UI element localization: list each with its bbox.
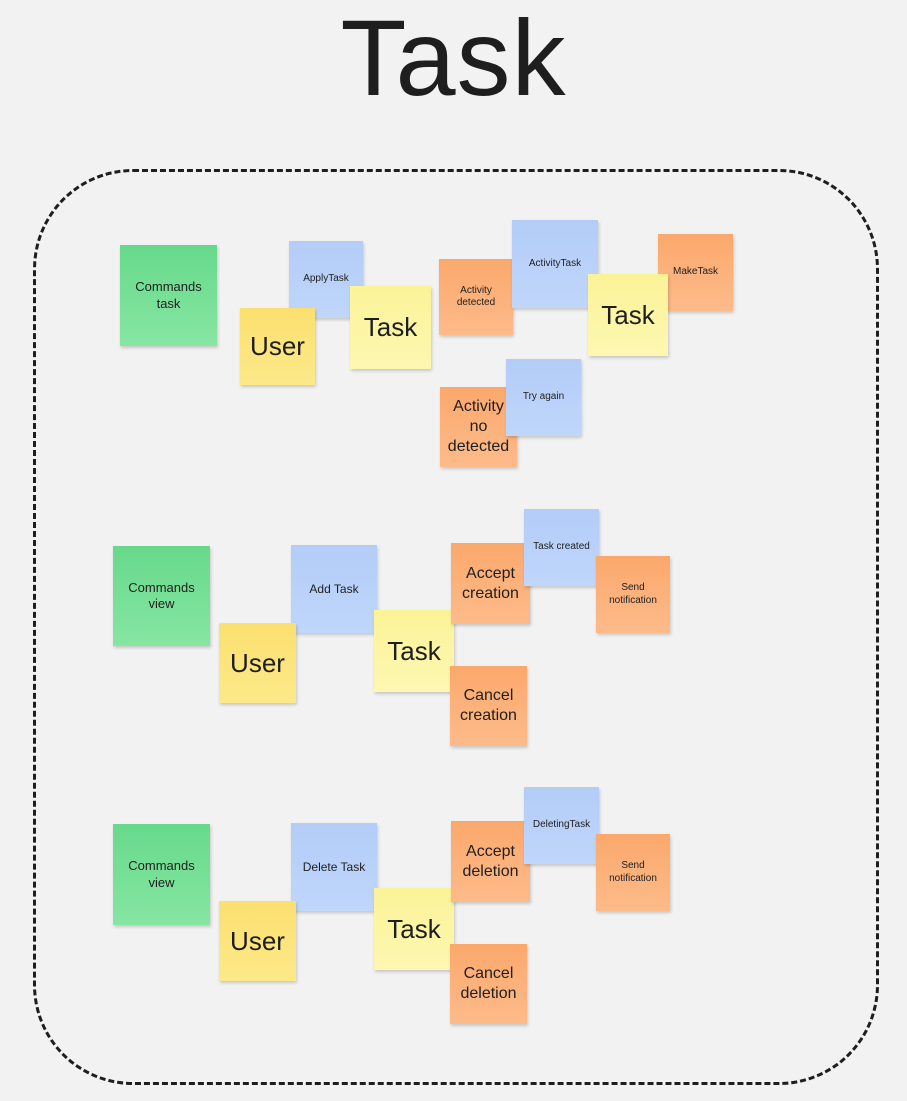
sticky-text: Activity detected <box>456 284 496 309</box>
sticky-text: Accept deletion <box>462 842 519 880</box>
sticky-text: Commands view <box>128 579 195 611</box>
sticky-delete-task[interactable]: Delete Task <box>291 823 377 911</box>
sticky-commands-task[interactable]: Commands task <box>120 245 217 346</box>
sticky-text: Try again <box>522 391 565 403</box>
sticky-text: DeletingTask <box>532 819 591 831</box>
sticky-send-notification[interactable]: Send notification <box>596 556 670 633</box>
sticky-text: Activity no detected <box>447 398 510 455</box>
sticky-text: MakeTask <box>672 266 718 278</box>
sticky-text: Commands task <box>135 279 202 311</box>
sticky-task-created[interactable]: Task created <box>524 509 599 586</box>
sticky-task[interactable]: Task <box>374 610 454 692</box>
sticky-text: Cancel deletion <box>460 965 517 1002</box>
sticky-text: User <box>230 647 285 678</box>
sticky-send-notification[interactable]: Send notification <box>596 834 670 911</box>
sticky-make-task[interactable]: MakeTask <box>658 234 733 311</box>
sticky-text: Add Task <box>309 581 359 596</box>
sticky-try-again[interactable]: Try again <box>506 359 581 436</box>
sticky-text: Task <box>601 299 655 330</box>
sticky-user[interactable]: User <box>219 901 296 981</box>
sticky-cancel-deletion[interactable]: Cancel deletion <box>450 944 527 1024</box>
sticky-user[interactable]: User <box>240 308 315 385</box>
sticky-text: Commands view <box>128 858 195 890</box>
sticky-text: Task <box>387 913 441 944</box>
sticky-text: ActivityTask <box>528 257 582 269</box>
sticky-text: Delete Task <box>302 859 366 874</box>
sticky-add-task[interactable]: Add Task <box>291 545 377 633</box>
sticky-deleting-task[interactable]: DeletingTask <box>524 787 599 864</box>
sticky-text: Accept creation <box>462 564 519 602</box>
sticky-user[interactable]: User <box>219 623 296 703</box>
board-title: Task <box>340 0 567 118</box>
sticky-text: Task created <box>533 541 590 553</box>
sticky-cancel-creation[interactable]: Cancel creation <box>450 666 527 746</box>
sticky-accept-creation[interactable]: Accept creation <box>451 543 530 624</box>
sticky-task[interactable]: Task <box>374 888 454 970</box>
sticky-activity-detected[interactable]: Activity detected <box>439 259 513 335</box>
sticky-activity-task[interactable]: ActivityTask <box>512 220 598 308</box>
sticky-commands-view[interactable]: Commands view <box>113 546 210 646</box>
sticky-text: Send notification <box>609 860 657 884</box>
sticky-task-second[interactable]: Task <box>588 274 668 356</box>
sticky-text: Task <box>387 635 441 666</box>
sticky-text: User <box>250 331 305 362</box>
sticky-commands-view[interactable]: Commands view <box>113 824 210 925</box>
sticky-text: User <box>230 925 285 956</box>
sticky-text: Cancel creation <box>460 687 517 724</box>
sticky-accept-deletion[interactable]: Accept deletion <box>451 821 530 902</box>
sticky-text: Task <box>363 312 418 343</box>
sticky-text: ApplyTask <box>303 273 349 285</box>
sticky-task[interactable]: Task <box>350 286 431 369</box>
sticky-text: Send notification <box>609 582 657 606</box>
